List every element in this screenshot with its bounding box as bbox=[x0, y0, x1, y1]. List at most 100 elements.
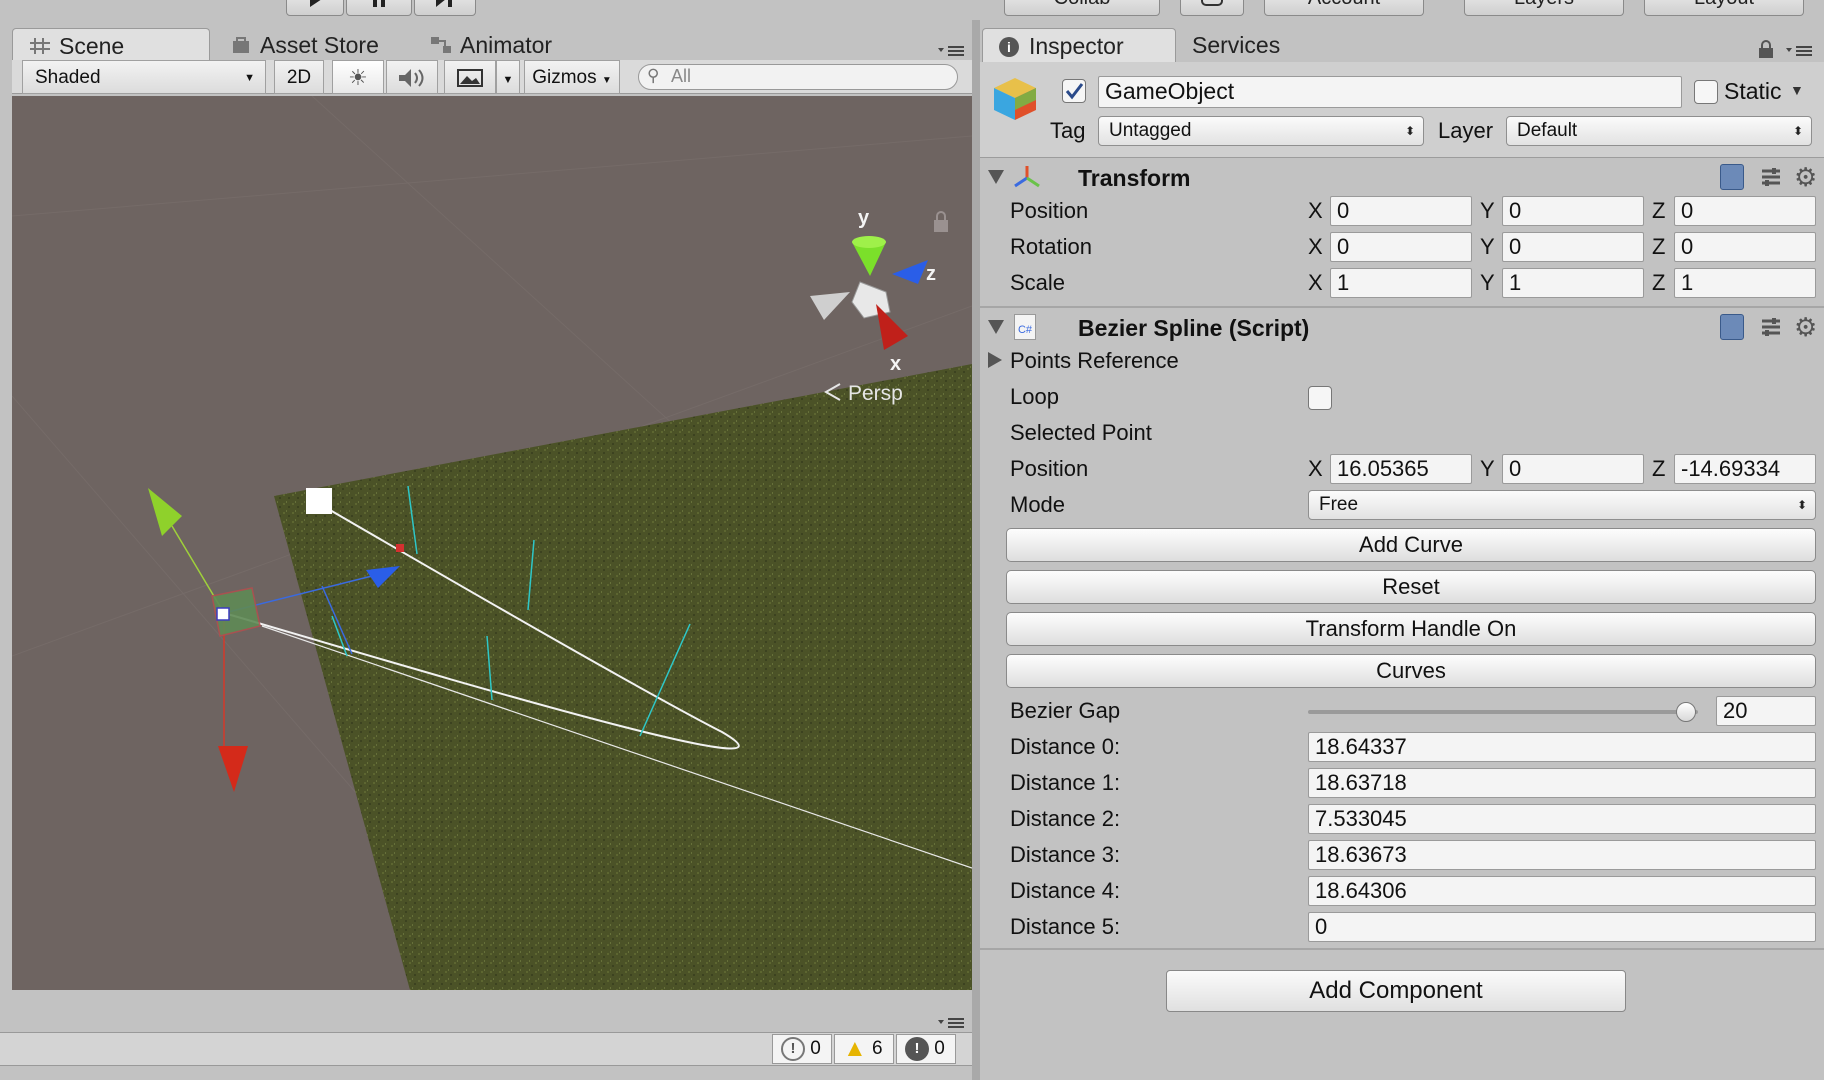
bag-icon bbox=[233, 37, 249, 53]
tab-services[interactable]: Services bbox=[1176, 28, 1336, 62]
axis-z-label: Z bbox=[1652, 198, 1666, 223]
layer-label: Layer bbox=[1438, 118, 1494, 143]
layers-dropdown[interactable]: Layers bbox=[1464, 0, 1624, 16]
bezier-gap-slider[interactable] bbox=[1308, 702, 1698, 722]
static-label: Static bbox=[1724, 78, 1782, 104]
points-reference-label[interactable]: Points Reference bbox=[1010, 346, 1179, 376]
x-axis-handle[interactable] bbox=[218, 746, 248, 792]
control-point[interactable] bbox=[306, 488, 332, 514]
tab-animator[interactable]: Animator bbox=[414, 28, 604, 62]
static-dropdown-icon[interactable]: ▼ bbox=[1790, 82, 1804, 98]
panel-divider[interactable] bbox=[972, 20, 980, 1080]
transform-scale-y[interactable]: 1 bbox=[1502, 268, 1644, 298]
distance-4-label: Distance 4: bbox=[1010, 878, 1121, 903]
mode-dropdown[interactable]: Free ⬍ bbox=[1308, 490, 1816, 520]
gameobject-active-checkbox[interactable] bbox=[1062, 79, 1086, 103]
tab-services-label: Services bbox=[1192, 32, 1281, 58]
step-button[interactable] bbox=[414, 0, 476, 16]
tab-scene[interactable]: Scene bbox=[12, 28, 210, 62]
scene-orientation-gizmo[interactable] bbox=[810, 236, 928, 350]
tag-dropdown[interactable]: Untagged ⬍ bbox=[1098, 116, 1424, 146]
step-icon bbox=[436, 0, 452, 7]
grass-plane bbox=[274, 364, 972, 990]
cloud-icon bbox=[1201, 0, 1223, 6]
selected-position-y[interactable]: 0 bbox=[1502, 454, 1644, 484]
transform-scale-z[interactable]: 1 bbox=[1674, 268, 1816, 298]
tab-animator-label: Animator bbox=[460, 32, 553, 58]
toggle-2d-button[interactable]: 2D bbox=[274, 60, 324, 94]
curves-button[interactable]: Curves bbox=[1006, 654, 1816, 688]
bezier-help-icon[interactable] bbox=[1720, 314, 1744, 340]
distance-0-value[interactable]: 18.64337 bbox=[1308, 732, 1816, 762]
layer-dropdown[interactable]: Default ⬍ bbox=[1506, 116, 1812, 146]
scene-panel-menu-icon[interactable] bbox=[938, 44, 966, 58]
gizmos-dropdown[interactable]: Gizmos ▼ bbox=[524, 60, 620, 94]
selected-position-x[interactable]: 16.05365 bbox=[1330, 454, 1472, 484]
add-curve-button[interactable]: Add Curve bbox=[1006, 528, 1816, 562]
loop-checkbox[interactable] bbox=[1308, 386, 1332, 410]
play-button[interactable] bbox=[286, 0, 344, 16]
collab-button[interactable]: Collab bbox=[1004, 0, 1160, 16]
gizmo-axis-x: x bbox=[890, 353, 901, 375]
transform-help-icon[interactable] bbox=[1720, 164, 1744, 190]
lock-icon[interactable] bbox=[934, 211, 948, 232]
scene-search-input[interactable]: ⚲ All bbox=[638, 64, 958, 90]
bezier-gap-value[interactable]: 20 bbox=[1716, 696, 1816, 726]
scene-viewport[interactable]: y z x Persp bbox=[12, 96, 972, 990]
bezier-preset-icon[interactable] bbox=[1760, 316, 1782, 338]
distance-2-value[interactable]: 7.533045 bbox=[1308, 804, 1816, 834]
transform-rotation-x[interactable]: 0 bbox=[1330, 232, 1472, 262]
tab-asset-store[interactable]: Asset Store bbox=[214, 28, 404, 62]
distance-5-value[interactable]: 0 bbox=[1308, 912, 1816, 942]
points-reference-foldout[interactable] bbox=[988, 352, 1002, 373]
selected-position-z[interactable]: -14.69334 bbox=[1674, 454, 1816, 484]
chevron-down-icon: ▼ bbox=[502, 74, 514, 86]
scene-canvas: y z x Persp bbox=[12, 96, 972, 990]
pause-button[interactable] bbox=[346, 0, 412, 16]
bezier-gap-label: Bezier Gap bbox=[1010, 698, 1121, 723]
inspector-menu-icon[interactable] bbox=[1786, 44, 1814, 58]
effects-dropdown[interactable]: ▼ bbox=[496, 60, 520, 94]
audio-toggle[interactable] bbox=[386, 60, 438, 94]
component-separator bbox=[980, 306, 1824, 308]
lighting-toggle[interactable]: ☀ bbox=[332, 60, 384, 94]
distance-3-label: Distance 3: bbox=[1010, 842, 1121, 867]
cloud-button[interactable] bbox=[1180, 0, 1244, 16]
bottom-panel-menu-icon[interactable] bbox=[938, 1016, 966, 1030]
add-component-button[interactable]: Add Component bbox=[1166, 970, 1626, 1012]
axis-x-label: X bbox=[1308, 234, 1323, 259]
transform-foldout-toggle[interactable] bbox=[988, 170, 1004, 189]
transform-rotation-z[interactable]: 0 bbox=[1674, 232, 1816, 262]
transform-handle-button[interactable]: Transform Handle On bbox=[1006, 612, 1816, 646]
console-warning-count[interactable]: ▲ 6 bbox=[834, 1034, 894, 1064]
console-error-count[interactable]: ! 0 bbox=[896, 1034, 956, 1064]
effects-toggle[interactable] bbox=[444, 60, 496, 94]
transform-scale-x[interactable]: 1 bbox=[1330, 268, 1472, 298]
distance-4-value[interactable]: 18.64306 bbox=[1308, 876, 1816, 906]
tab-inspector[interactable]: i Inspector bbox=[982, 28, 1176, 62]
transform-preset-icon[interactable] bbox=[1760, 166, 1782, 188]
transform-scale-label: Scale bbox=[1010, 270, 1066, 295]
layout-dropdown[interactable]: Layout bbox=[1644, 0, 1804, 16]
axis-x-label: X bbox=[1308, 456, 1323, 481]
inspector-lock-icon[interactable] bbox=[1758, 40, 1774, 58]
gameobject-name-field[interactable]: GameObject bbox=[1098, 76, 1682, 108]
axis-y-label: Y bbox=[1480, 270, 1495, 295]
bezier-foldout-toggle[interactable] bbox=[988, 320, 1004, 339]
shading-mode-dropdown[interactable]: Shaded ▼ bbox=[22, 60, 266, 94]
bezier-gear-icon[interactable]: ⚙ bbox=[1794, 314, 1817, 340]
distance-1-value[interactable]: 18.63718 bbox=[1308, 768, 1816, 798]
console-info-count[interactable]: ! 0 bbox=[772, 1034, 832, 1064]
transform-gear-icon[interactable]: ⚙ bbox=[1794, 164, 1817, 190]
transform-rotation-y[interactable]: 0 bbox=[1502, 232, 1644, 262]
transform-position-x[interactable]: 0 bbox=[1330, 196, 1472, 226]
distance-3-value[interactable]: 18.63673 bbox=[1308, 840, 1816, 870]
projection-label[interactable]: Persp bbox=[848, 382, 903, 405]
slider-thumb[interactable] bbox=[1676, 702, 1697, 722]
static-checkbox[interactable] bbox=[1694, 80, 1718, 104]
account-button[interactable]: Account bbox=[1264, 0, 1424, 16]
reset-button[interactable]: Reset bbox=[1006, 570, 1816, 604]
y-axis-handle[interactable] bbox=[148, 488, 182, 536]
transform-position-z[interactable]: 0 bbox=[1674, 196, 1816, 226]
transform-position-y[interactable]: 0 bbox=[1502, 196, 1644, 226]
